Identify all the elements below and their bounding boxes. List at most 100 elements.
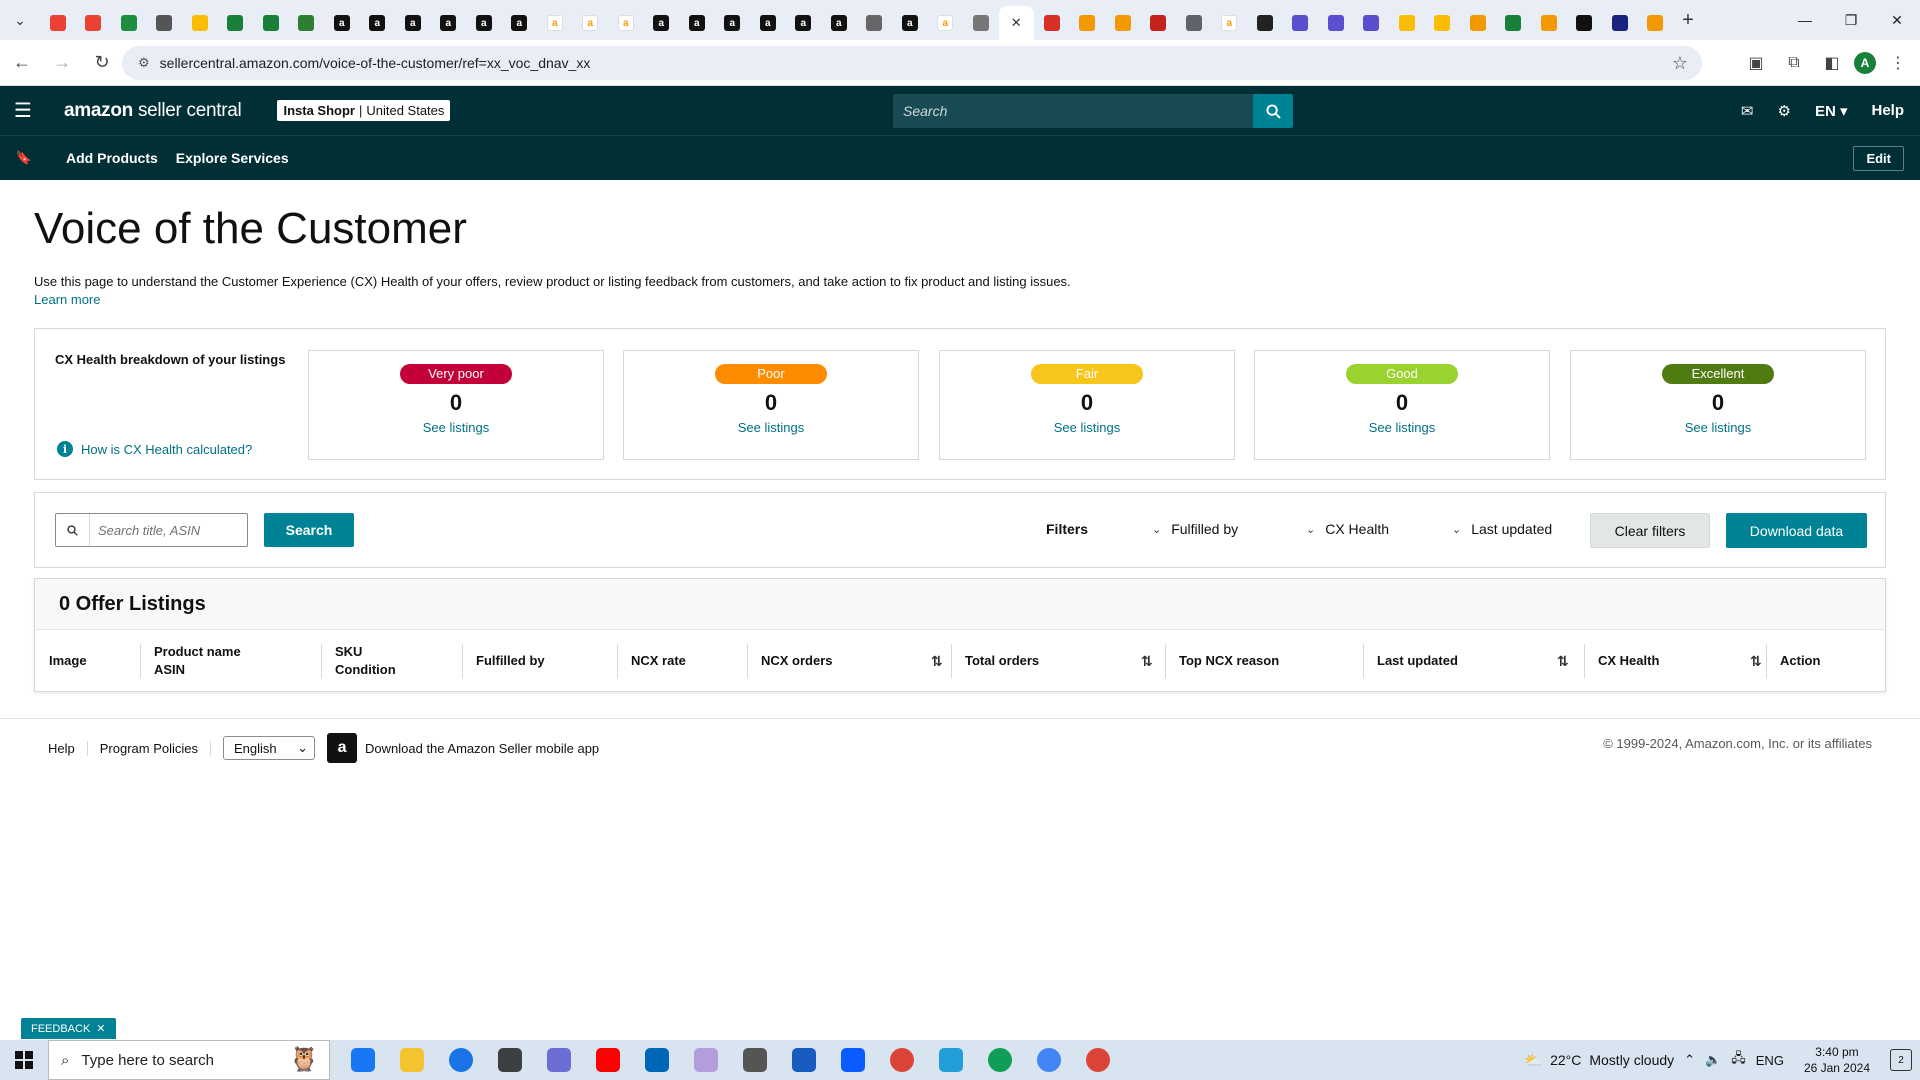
browser-tab[interactable] (857, 6, 893, 40)
browser-tab[interactable] (1105, 6, 1141, 40)
settings-gear-icon[interactable]: ⚙ (1777, 102, 1790, 120)
browser-tab[interactable] (1460, 6, 1496, 40)
browser-tab[interactable]: a (324, 6, 360, 40)
feedback-tab[interactable]: FEEDBACK ✕ (21, 1018, 116, 1039)
sort-icon[interactable]: ⇅ (931, 652, 943, 670)
cx-health-how-link[interactable]: i How is CX Health calculated? (57, 441, 252, 457)
browser-tab[interactable] (1567, 6, 1603, 40)
settings-taskbar-icon[interactable] (730, 1040, 779, 1080)
bookmark-icon[interactable]: 🔖 (0, 150, 48, 166)
browser-tab[interactable] (1531, 6, 1567, 40)
browser-tab[interactable] (111, 6, 147, 40)
side-panel-icon[interactable]: ◧ (1816, 46, 1848, 80)
browser-tab[interactable] (1070, 6, 1106, 40)
extensions-icon[interactable]: ⧉ (1778, 46, 1810, 80)
facebook-taskbar-icon[interactable] (338, 1040, 387, 1080)
windows-start-icon[interactable] (0, 1040, 48, 1080)
mail-icon[interactable]: ✉ (1741, 102, 1754, 120)
browser-tab[interactable] (1283, 6, 1319, 40)
browser-tab[interactable] (1638, 6, 1674, 40)
header-search-input[interactable]: Search (893, 94, 1253, 128)
browser-tab[interactable]: a (502, 6, 538, 40)
chevron-up-icon[interactable]: ⌃ (1684, 1052, 1695, 1068)
browser-tab[interactable]: a (395, 6, 431, 40)
browser-tab[interactable] (1176, 6, 1212, 40)
browser-tab[interactable] (76, 6, 112, 40)
browser-tab[interactable]: a (1212, 6, 1248, 40)
notification-center-icon[interactable]: 2 (1890, 1049, 1912, 1071)
see-listings-link[interactable]: See listings (940, 420, 1234, 435)
edit-button[interactable]: Edit (1853, 146, 1904, 171)
browser-tab[interactable] (1247, 6, 1283, 40)
weather-widget[interactable]: ⛅ 22°C Mostly cloudy (1525, 1052, 1675, 1069)
chrome-taskbar-icon[interactable] (877, 1040, 926, 1080)
sort-icon[interactable]: ⇅ (1750, 652, 1762, 670)
learn-more-link[interactable]: Learn more (34, 292, 100, 307)
browser-tab[interactable] (40, 6, 76, 40)
browser-tab[interactable]: a (537, 6, 573, 40)
browser-tab[interactable]: ✕ (998, 6, 1034, 40)
chrome-taskbar-icon[interactable] (1073, 1040, 1122, 1080)
minimize-icon[interactable]: — (1782, 0, 1828, 40)
see-listings-link[interactable]: See listings (1255, 420, 1549, 435)
taskbar-search[interactable]: ⌕ Type here to search 🦉 (48, 1040, 330, 1080)
subnav-add-products[interactable]: Add Products (66, 150, 158, 166)
cx-health-dropdown[interactable]: ⌄ CX Health (1306, 521, 1389, 537)
chrome-taskbar-icon[interactable] (975, 1040, 1024, 1080)
chrome-taskbar-icon[interactable] (436, 1040, 485, 1080)
header-search-button[interactable] (1253, 94, 1293, 128)
browser-tab[interactable] (289, 6, 325, 40)
seller-central-logo[interactable]: amazon seller central (64, 100, 242, 122)
browser-tab[interactable]: a (608, 6, 644, 40)
fulfilled-by-dropdown[interactable]: ⌄ Fulfilled by (1152, 521, 1238, 537)
site-info-icon[interactable]: ⚙ (138, 55, 150, 71)
new-tab-button[interactable]: + (1673, 5, 1703, 35)
browser-menu-icon[interactable]: ⋮ (1882, 46, 1914, 80)
browser-tab[interactable]: a (360, 6, 396, 40)
subnav-explore-services[interactable]: Explore Services (176, 150, 289, 166)
reload-icon[interactable]: ↻ (84, 45, 120, 81)
col-ncx-orders[interactable]: NCX orders ⇅ (747, 630, 943, 692)
browser-tab[interactable] (1034, 6, 1070, 40)
browser-tab[interactable] (218, 6, 254, 40)
zoom-taskbar-icon[interactable] (828, 1040, 877, 1080)
browser-tab[interactable]: a (466, 6, 502, 40)
telegram-taskbar-icon[interactable] (926, 1040, 975, 1080)
see-listings-link[interactable]: See listings (1571, 420, 1865, 435)
input-language[interactable]: ENG (1756, 1053, 1784, 1068)
browser-tab[interactable] (1496, 6, 1532, 40)
last-updated-dropdown[interactable]: ⌄ Last updated (1452, 521, 1552, 537)
browser-tab[interactable] (1425, 6, 1461, 40)
clear-filters-button[interactable]: Clear filters (1590, 513, 1710, 548)
browser-tab[interactable] (182, 6, 218, 40)
col-cx-health[interactable]: CX Health ⇅ (1584, 630, 1764, 692)
store-selector[interactable]: Insta Shopr | United States (277, 100, 451, 121)
taskbar-clock[interactable]: 3:40 pm 26 Jan 2024 (1804, 1044, 1870, 1076)
browser-tab[interactable] (1602, 6, 1638, 40)
browser-tab[interactable]: a (892, 6, 928, 40)
word-taskbar-icon[interactable] (779, 1040, 828, 1080)
copilot-taskbar-icon[interactable] (534, 1040, 583, 1080)
see-listings-link[interactable]: See listings (309, 420, 603, 435)
paint-taskbar-icon[interactable] (681, 1040, 730, 1080)
col-total-orders[interactable]: Total orders ⇅ (951, 630, 1153, 692)
restore-icon[interactable]: ❐ (1828, 0, 1874, 40)
forward-icon[interactable]: → (44, 45, 80, 81)
youtube-taskbar-icon[interactable] (583, 1040, 632, 1080)
browser-tab[interactable]: a (644, 6, 680, 40)
sort-icon[interactable]: ⇅ (1141, 652, 1153, 670)
network-icon[interactable]: 🖧 (1731, 1049, 1746, 1071)
store-taskbar-icon[interactable] (632, 1040, 681, 1080)
calculator-taskbar-icon[interactable] (485, 1040, 534, 1080)
browser-tab[interactable]: a (750, 6, 786, 40)
profile-avatar[interactable]: A (1854, 52, 1876, 74)
browser-tab[interactable] (147, 6, 183, 40)
help-link[interactable]: Help (1871, 102, 1904, 119)
see-listings-link[interactable]: See listings (624, 420, 918, 435)
col-last-updated[interactable]: Last updated ⇅ (1363, 630, 1569, 692)
browser-tab[interactable]: a (715, 6, 751, 40)
language-selector[interactable]: EN ▾ (1815, 102, 1848, 120)
close-icon[interactable]: ✕ (1874, 0, 1920, 40)
browser-tab[interactable] (1141, 6, 1177, 40)
extension-off-icon[interactable]: ▣ (1740, 46, 1772, 80)
